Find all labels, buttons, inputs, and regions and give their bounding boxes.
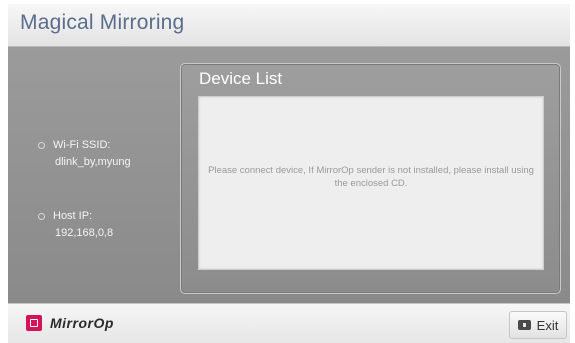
app-window: Magical Mirroring Wi-Fi SSID: dlink_by,m…	[8, 4, 570, 343]
host-ip-value: 192,168,0,8	[55, 227, 114, 239]
footer-bar: MirrorOp Exit	[8, 303, 570, 343]
device-list[interactable]: Please connect device, If MirrorOp sende…	[198, 96, 544, 270]
bullet-icon	[38, 212, 45, 220]
device-list-title: Device List	[199, 69, 283, 88]
mirrorop-logo: MirrorOp	[26, 315, 114, 331]
host-ip-info: Host IP: 192,168,0,8	[38, 210, 114, 239]
exit-label: Exit	[536, 317, 559, 333]
app-title: Magical Mirroring	[20, 11, 185, 34]
host-ip-label: Host IP:	[53, 210, 93, 222]
exit-key-icon	[517, 320, 531, 330]
main-content: Wi-Fi SSID: dlink_by,myung Host IP: 192,…	[8, 47, 570, 303]
wifi-ssid-label: Wi-Fi SSID:	[53, 139, 111, 151]
exit-button[interactable]: Exit	[509, 311, 567, 339]
bullet-icon	[38, 141, 45, 149]
wifi-ssid-info: Wi-Fi SSID: dlink_by,myung	[38, 139, 131, 168]
device-list-panel: Device List Please connect device, If Mi…	[180, 63, 561, 294]
logo-text: MirrorOp	[50, 315, 114, 331]
device-list-message: Please connect device, If MirrorOp sende…	[208, 165, 534, 189]
wifi-ssid-value: dlink_by,myung	[55, 156, 131, 168]
header-bar: Magical Mirroring	[8, 4, 570, 47]
mirrorop-logo-icon	[26, 315, 42, 331]
